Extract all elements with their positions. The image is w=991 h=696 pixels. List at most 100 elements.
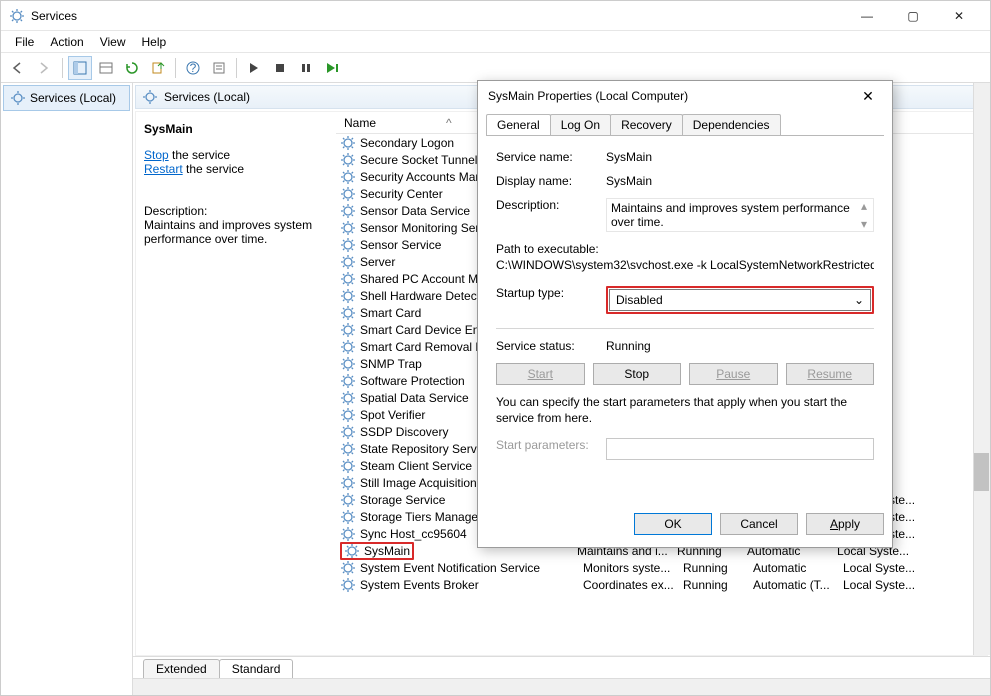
gear-icon [344, 543, 360, 559]
description-value: Maintains and improves system performanc… [606, 198, 874, 232]
detail-panel: SysMain Stop the service Restart the ser… [136, 112, 336, 655]
tree-node-label: Services (Local) [30, 91, 116, 105]
gear-icon [340, 135, 356, 151]
refresh-button[interactable] [120, 56, 144, 80]
detail-service-name: SysMain [144, 122, 328, 136]
bottom-tabs: Extended Standard [133, 656, 990, 678]
vertical-scrollbar[interactable] [973, 83, 990, 655]
stop-button[interactable]: Stop [593, 363, 682, 385]
gear-icon [340, 237, 356, 253]
startup-type-highlight: Disabled⌄ [606, 286, 874, 314]
menu-view[interactable]: View [92, 33, 134, 51]
gear-icon [340, 390, 356, 406]
dialog-close-button[interactable]: ✕ [854, 88, 882, 105]
show-hide-tree-button[interactable] [68, 56, 92, 80]
pause-service-button[interactable] [294, 56, 318, 80]
close-button[interactable]: ✕ [936, 1, 982, 31]
path-value: C:\WINDOWS\system32\svchost.exe -k Local… [496, 258, 874, 272]
detail-desc-label: Description: [144, 204, 328, 218]
dialog-title: SysMain Properties (Local Computer) [488, 89, 854, 103]
forward-button[interactable] [33, 56, 57, 80]
pause-button: Pause [689, 363, 778, 385]
menu-help[interactable]: Help [134, 33, 175, 51]
help-button[interactable]: ? [181, 56, 205, 80]
detail-desc-text: Maintains and improves system performanc… [144, 218, 328, 246]
gear-icon [340, 271, 356, 287]
pane-header-label: Services (Local) [164, 90, 250, 104]
tab-general[interactable]: General [486, 114, 551, 135]
window-title: Services [31, 9, 844, 23]
service-name-value: SysMain [606, 150, 874, 164]
service-status-value: Running [606, 339, 874, 353]
gear-icon [340, 441, 356, 457]
minimize-button[interactable]: — [844, 1, 890, 31]
tab-standard[interactable]: Standard [219, 659, 294, 678]
chevron-down-icon: ⌄ [854, 293, 864, 307]
properties-dialog: SysMain Properties (Local Computer) ✕ Ge… [477, 80, 893, 548]
stop-link[interactable]: Stop [144, 148, 169, 162]
service-row[interactable]: System Events BrokerCoordinates ex...Run… [336, 576, 987, 593]
gear-icon [340, 305, 356, 321]
service-row[interactable]: System Event Notification ServiceMonitor… [336, 559, 987, 576]
gear-icon [340, 407, 356, 423]
titlebar: Services — ▢ ✕ [1, 1, 990, 31]
menu-action[interactable]: Action [42, 33, 91, 51]
start-service-button[interactable] [242, 56, 266, 80]
services-icon [9, 8, 25, 24]
gear-icon [340, 373, 356, 389]
startup-type-select[interactable]: Disabled⌄ [609, 289, 871, 311]
restart-link[interactable]: Restart [144, 162, 183, 176]
gear-icon [340, 577, 356, 593]
description-label: Description: [496, 198, 606, 212]
gear-icon [340, 186, 356, 202]
tree-node-services[interactable]: Services (Local) [3, 85, 130, 111]
start-button: Start [496, 363, 585, 385]
path-label: Path to executable: [496, 242, 874, 256]
menubar: File Action View Help [1, 31, 990, 53]
gear-icon [340, 339, 356, 355]
back-button[interactable] [7, 56, 31, 80]
restart-service-button[interactable] [320, 56, 344, 80]
service-status-label: Service status: [496, 339, 606, 353]
gear-icon [340, 322, 356, 338]
stop-service-button[interactable] [268, 56, 292, 80]
apply-button[interactable]: Apply [806, 513, 884, 535]
ok-button[interactable]: OK [634, 513, 712, 535]
gear-icon [340, 424, 356, 440]
start-params-note: You can specify the start parameters tha… [496, 395, 874, 426]
tree-pane: Services (Local) [1, 83, 133, 695]
gear-icon [10, 90, 26, 106]
toolbar-button-2[interactable] [94, 56, 118, 80]
gear-icon [340, 356, 356, 372]
gear-icon [340, 254, 356, 270]
cancel-button[interactable]: Cancel [720, 513, 798, 535]
tab-extended[interactable]: Extended [143, 659, 220, 678]
gear-icon [340, 169, 356, 185]
export-button[interactable] [146, 56, 170, 80]
display-name-label: Display name: [496, 174, 606, 188]
start-params-label: Start parameters: [496, 438, 606, 452]
tab-logon[interactable]: Log On [550, 114, 611, 135]
gear-icon [340, 288, 356, 304]
restart-suffix: the service [183, 162, 244, 176]
tab-recovery[interactable]: Recovery [610, 114, 683, 135]
gear-icon [340, 492, 356, 508]
scrollbar-thumb[interactable] [974, 453, 989, 491]
startup-type-label: Startup type: [496, 286, 606, 300]
display-name-value: SysMain [606, 174, 874, 188]
gear-icon [340, 203, 356, 219]
toolbar: ? [1, 53, 990, 83]
svg-text:?: ? [190, 61, 197, 75]
tab-dependencies[interactable]: Dependencies [682, 114, 781, 135]
maximize-button[interactable]: ▢ [890, 1, 936, 31]
stop-suffix: the service [169, 148, 230, 162]
start-params-input [606, 438, 874, 460]
gear-icon [340, 152, 356, 168]
gear-icon [340, 220, 356, 236]
gear-icon [340, 526, 356, 542]
menu-file[interactable]: File [7, 33, 42, 51]
horizontal-scrollbar[interactable] [133, 678, 990, 695]
service-name-label: Service name: [496, 150, 606, 164]
properties-button[interactable] [207, 56, 231, 80]
gear-icon [340, 458, 356, 474]
